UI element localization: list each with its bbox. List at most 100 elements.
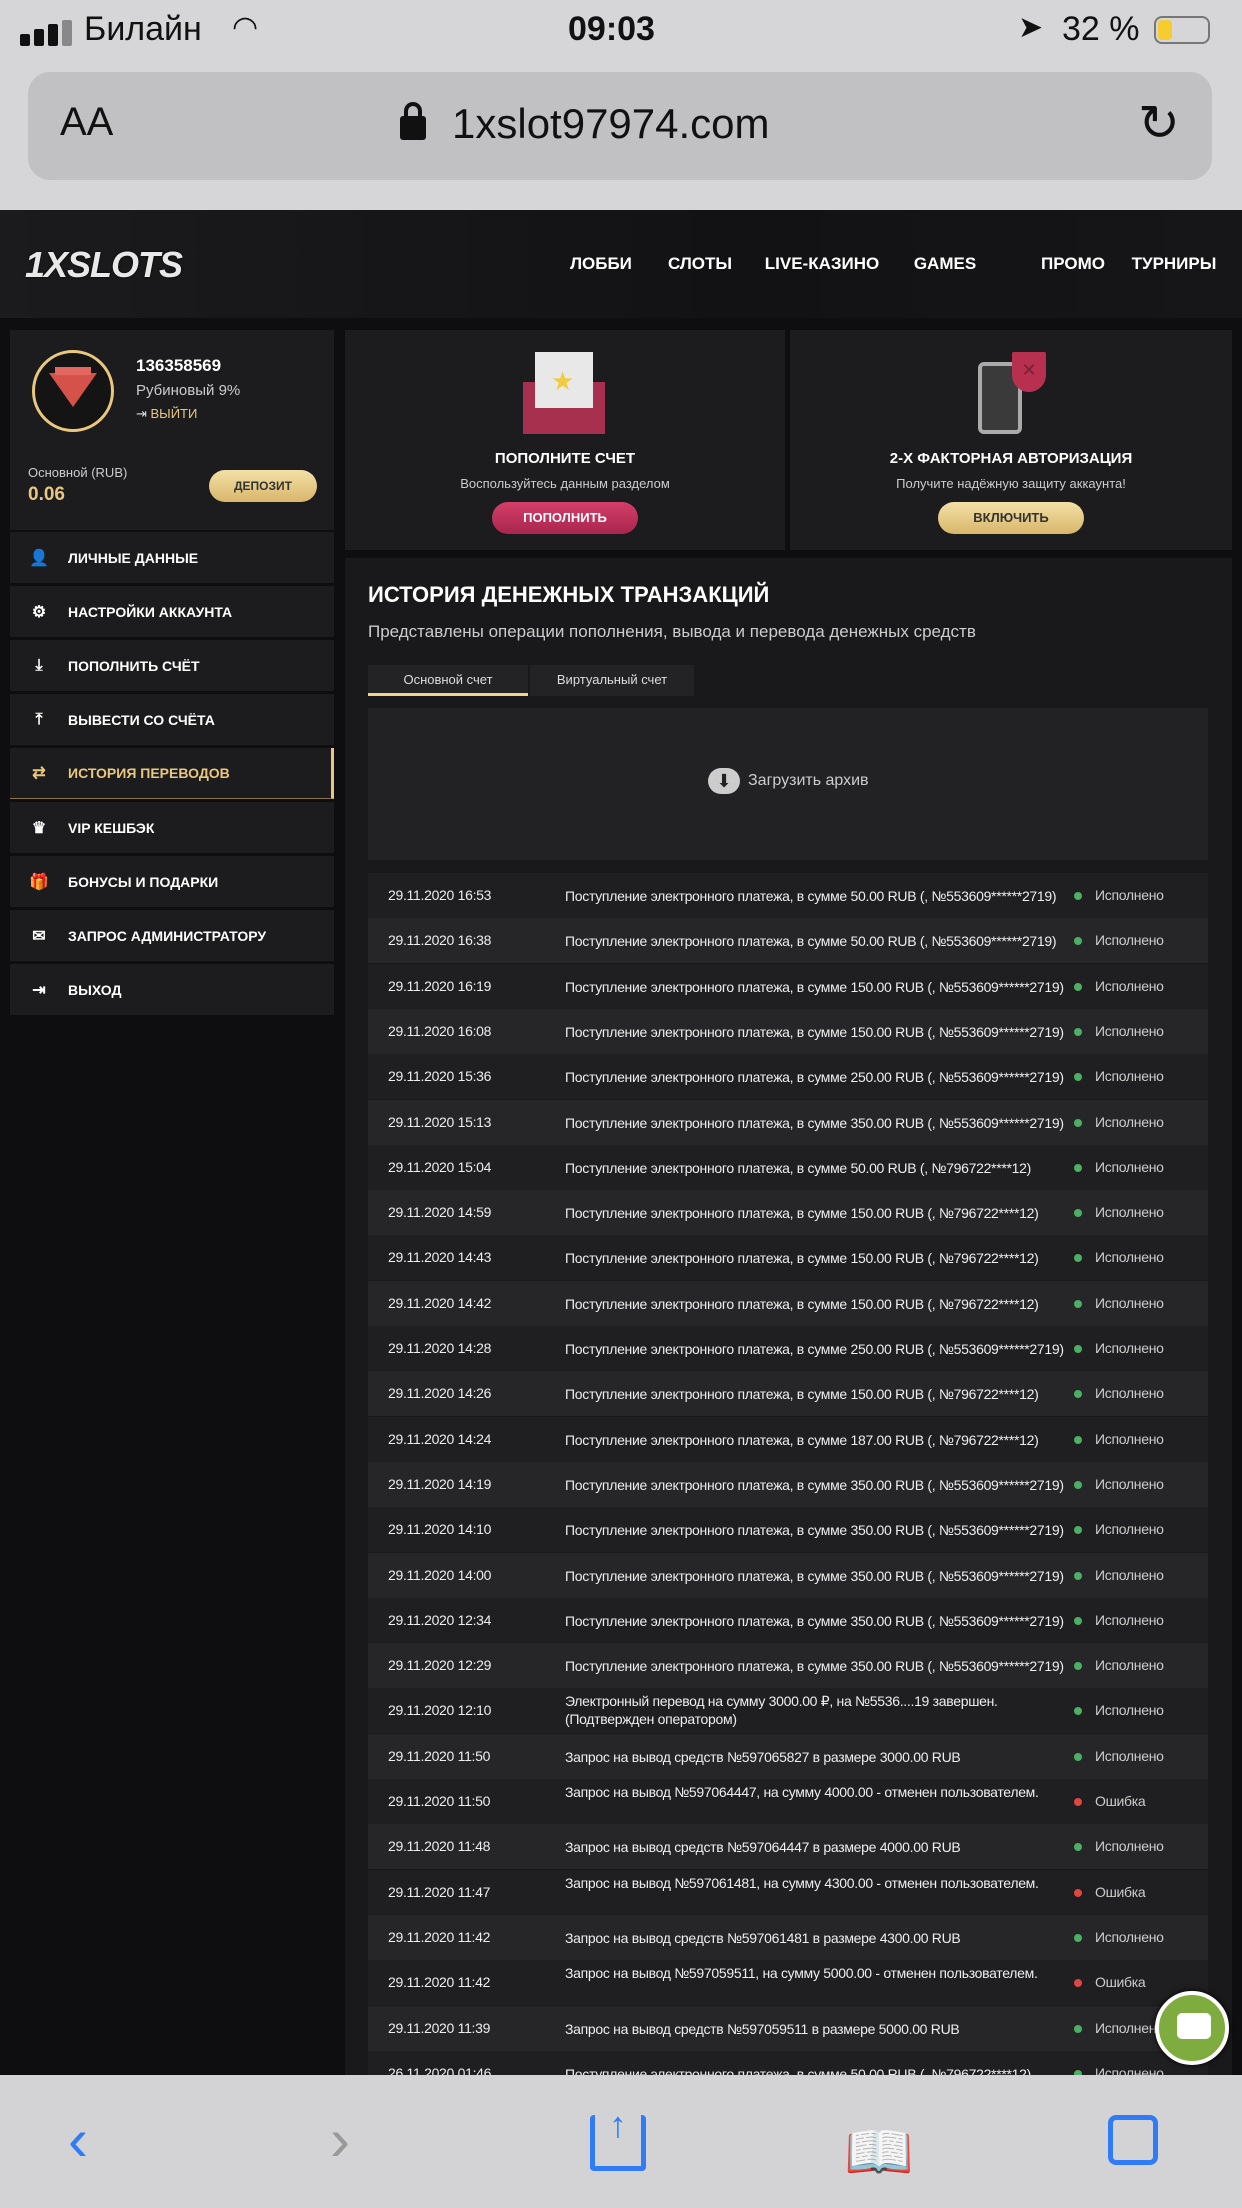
- transaction-description: Запрос на вывод средств №597065827 в раз…: [565, 1748, 961, 1765]
- back-icon[interactable]: ‹: [68, 2105, 88, 2174]
- sidebar-item[interactable]: ⚙ НАСТРОЙКИ АККАУНТА: [10, 586, 334, 637]
- status-badge: Исполнено: [1095, 1838, 1164, 1855]
- signal-icon: [20, 20, 76, 46]
- sidebar-item[interactable]: ♛ VIP КЕШБЭК: [10, 802, 334, 853]
- table-row: 29.11.2020 11:50 Запрос на вывод №597064…: [368, 1779, 1208, 1824]
- table-row: 29.11.2020 14:19 Поступление электронног…: [368, 1461, 1208, 1507]
- sign-out-icon: ⇥: [136, 406, 151, 421]
- table-row: 29.11.2020 16:19 Поступление электронног…: [368, 963, 1208, 1009]
- url-text[interactable]: 1xslot97974.com: [452, 100, 770, 148]
- enable-2fa-button[interactable]: ВКЛЮЧИТЬ: [938, 502, 1084, 534]
- sidebar-item[interactable]: ⇥ ВЫХОД: [10, 964, 334, 1015]
- nav-lobby[interactable]: ЛОББИ: [570, 254, 632, 274]
- transaction-date: 29.11.2020 11:42: [388, 1928, 491, 1945]
- table-row: 29.11.2020 16:38 Поступление электронног…: [368, 918, 1208, 964]
- status-badge: Исполнено: [1095, 1249, 1164, 1266]
- text-size-button[interactable]: AA: [60, 100, 113, 145]
- battery-percent: 32 %: [1062, 10, 1140, 48]
- status-dot-icon: [1074, 1390, 1082, 1399]
- table-row: 29.11.2020 15:13 Поступление электронног…: [368, 1099, 1208, 1145]
- status-dot-icon: [1074, 982, 1082, 991]
- sidebar-item[interactable]: 🎁 БОНУСЫ И ПОДАРКИ: [10, 856, 334, 907]
- transaction-description: Поступление электронного платежа, в сумм…: [565, 888, 1057, 904]
- nav-live-casino[interactable]: LIVE-КАЗИНО: [765, 254, 879, 274]
- status-badge: Исполнено: [1095, 1113, 1164, 1130]
- sidebar-item[interactable]: ⤓ ПОПОЛНИТЬ СЧЁТ: [10, 640, 334, 691]
- status-dot-icon: [1074, 1707, 1082, 1716]
- transaction-date: 29.11.2020 14:43: [388, 1249, 492, 1266]
- table-row: 29.11.2020 14:59 Поступление электронног…: [368, 1190, 1208, 1236]
- cloud-download-icon: ⬇: [708, 768, 740, 794]
- transaction-date: 29.11.2020 14:28: [388, 1340, 492, 1356]
- download-archive-area[interactable]: ⬇ Загрузить архив: [368, 708, 1208, 860]
- deposit-button[interactable]: ДЕПОЗИТ: [209, 470, 317, 502]
- table-row: 29.11.2020 16:53 Поступление электронног…: [368, 873, 1208, 918]
- lock-icon: [400, 102, 426, 140]
- bookmarks-icon[interactable]: 📖: [844, 2119, 914, 2185]
- transaction-description: Запрос на вывод средств №597061481 в раз…: [565, 1929, 961, 1946]
- site-header: 1XSLOTS ЛОББИ СЛОТЫ LIVE-КАЗИНО GAMES ПР…: [0, 210, 1242, 318]
- promo-title: 2-Х ФАКТОРНАЯ АВТОРИЗАЦИЯ: [889, 450, 1133, 467]
- history-panel: ИСТОРИЯ ДЕНЕЖНЫХ ТРАНЗАКЦИЙ Представлены…: [345, 558, 1232, 2208]
- status-badge: Исполнено: [1095, 1068, 1164, 1085]
- reload-icon[interactable]: ↻: [1138, 94, 1180, 152]
- promo-title: ПОПОЛНИТЕ СЧЕТ: [494, 450, 636, 467]
- forward-icon[interactable]: ›: [330, 2105, 350, 2174]
- share-icon[interactable]: ↑: [590, 2107, 646, 2171]
- sidebar-item[interactable]: 👤 ЛИЧНЫЕ ДАННЫЕ: [10, 532, 334, 583]
- status-dot-icon: [1074, 1480, 1082, 1489]
- download-icon: ⤓: [35, 656, 43, 674]
- status-dot-icon: [1074, 1254, 1082, 1263]
- transaction-description: Поступление электронного платежа, в сумм…: [565, 1250, 1039, 1267]
- transaction-description: Поступление электронного платежа, в сумм…: [565, 1658, 1064, 1675]
- transaction-date: 29.11.2020 14:59: [388, 1204, 492, 1221]
- status-badge: Исполнено: [1095, 1521, 1164, 1538]
- transaction-description: Поступление электронного платежа, в сумм…: [565, 1295, 1039, 1312]
- tabs-icon[interactable]: [1108, 2115, 1158, 2165]
- status-badge: Исполнено: [1095, 932, 1164, 949]
- transaction-description: Поступление электронного платежа, в сумм…: [565, 1159, 1031, 1176]
- top-up-button[interactable]: ПОПОЛНИТЬ: [492, 502, 638, 534]
- balance-label: Основной (RUB): [28, 465, 128, 480]
- download-archive-label: Загрузить архив: [748, 772, 869, 789]
- status-dot-icon: [1074, 1571, 1082, 1580]
- sidebar-item[interactable]: ⤒ ВЫВЕСТИ СО СЧЁТА: [10, 694, 334, 745]
- nav-games[interactable]: GAMES: [914, 254, 976, 274]
- transaction-description: Поступление электронного платежа, в сумм…: [565, 1069, 1064, 1086]
- nav-slots[interactable]: СЛОТЫ: [668, 254, 732, 274]
- nav-tournaments[interactable]: ТУРНИРЫ: [1132, 254, 1217, 274]
- sidebar-item[interactable]: ⇄ ИСТОРИЯ ПЕРЕВОДОВ: [10, 748, 334, 799]
- location-arrow-icon: ➤: [1018, 11, 1044, 44]
- exchange-icon: ⇄: [32, 765, 46, 782]
- sidebar-item-label: БОНУСЫ И ПОДАРКИ: [68, 873, 219, 890]
- site-logo[interactable]: 1XSLOTS: [25, 244, 183, 286]
- sidebar-item[interactable]: ✉ ЗАПРОС АДМИНИСТРАТОРУ: [10, 910, 334, 961]
- tab-main-account[interactable]: Основной счет: [368, 665, 528, 696]
- status-dot-icon: [1074, 1435, 1082, 1444]
- vip-level: Рубиновый 9%: [136, 382, 241, 399]
- transaction-date: 29.11.2020 16:53: [388, 887, 492, 903]
- status-badge: Исполнено: [1095, 1430, 1164, 1447]
- promo-deposit-card: ★ ПОПОЛНИТЕ СЧЕТ Воспользуйтесь данным р…: [345, 330, 785, 550]
- sidebar-item-label: НАСТРОЙКИ АККАУНТА: [68, 603, 233, 620]
- sidebar-item-label: ВЫВЕСТИ СО СЧЁТА: [68, 711, 215, 728]
- clock: 09:03: [568, 10, 655, 48]
- status-badge: Исполнено: [1095, 1611, 1164, 1628]
- nav-promo[interactable]: ПРОМО: [1041, 254, 1105, 274]
- status-badge: Исполнено: [1095, 1928, 1164, 1945]
- status-badge: Исполнено: [1095, 887, 1164, 903]
- transaction-description: Запрос на вывод №597064447, на сумму 400…: [565, 1784, 1039, 1800]
- upload-icon: ⤒: [35, 710, 43, 728]
- transaction-date: 29.11.2020 14:26: [388, 1385, 492, 1402]
- chat-button[interactable]: [1155, 1991, 1229, 2065]
- transaction-date: 29.11.2020 11:42: [388, 1974, 491, 1991]
- logout-link[interactable]: ⇥ ВЫЙТИ: [136, 406, 197, 422]
- status-dot-icon: [1074, 1163, 1082, 1172]
- phone-shield-icon: ✕: [978, 352, 1048, 438]
- tab-virtual-account[interactable]: Виртуальный счет: [530, 665, 694, 696]
- chat-bubbles-icon: [1177, 2013, 1211, 2039]
- address-bar[interactable]: AA 1xslot97974.com ↻: [28, 72, 1212, 180]
- sign-out-icon: ⇥: [32, 981, 46, 999]
- table-row: 29.11.2020 14:10 Поступление электронног…: [368, 1507, 1208, 1553]
- ios-status-bar: Билайн ◠ 09:03 ➤ 32 %: [0, 0, 1242, 72]
